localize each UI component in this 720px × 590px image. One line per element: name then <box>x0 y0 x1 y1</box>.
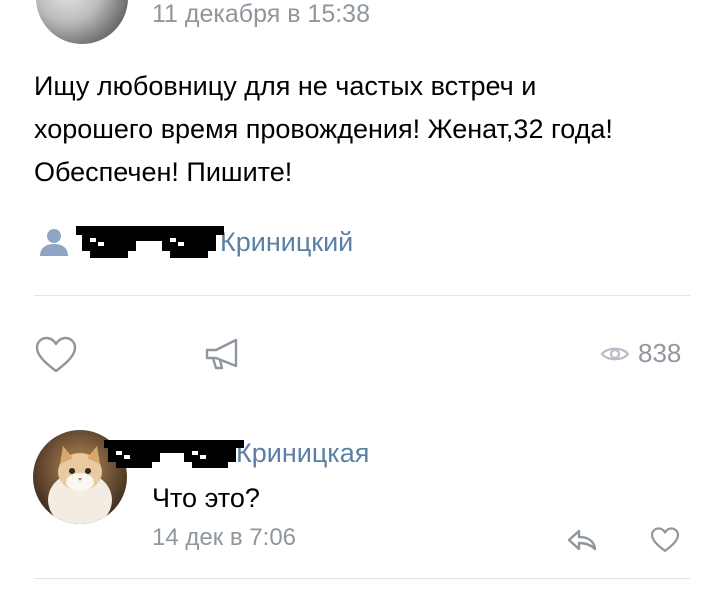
post-divider <box>34 295 690 296</box>
heart-icon[interactable] <box>34 336 78 374</box>
megaphone-icon[interactable] <box>204 337 244 371</box>
eye-icon <box>600 347 630 360</box>
censor-glasses-overlay <box>104 440 244 468</box>
post-date: 11 декабря в 15:38 <box>152 0 370 28</box>
post-text-line: Ищу любовницу для не частых встреч и <box>34 71 537 101</box>
reply-icon[interactable] <box>566 528 598 552</box>
censor-glasses-overlay <box>76 226 224 258</box>
comment-date: 14 дек в 7:06 <box>152 524 297 551</box>
views-count: 838 <box>638 338 682 368</box>
post-text-line: Обеспечен! Пишите! <box>34 157 293 187</box>
views-counter: 838 <box>600 338 681 369</box>
post-text: Ищу любовницу для не частых встреч и хор… <box>34 65 704 194</box>
post-signer-name: Криницкий <box>220 226 354 257</box>
post-author-avatar[interactable] <box>36 0 128 44</box>
comment-text: Что это? <box>152 483 260 513</box>
comment-like-icon[interactable] <box>650 527 680 553</box>
comment-divider <box>34 578 690 579</box>
person-icon <box>40 229 68 256</box>
post-text-line: хорошего время провождения! Женат,32 год… <box>34 114 613 144</box>
